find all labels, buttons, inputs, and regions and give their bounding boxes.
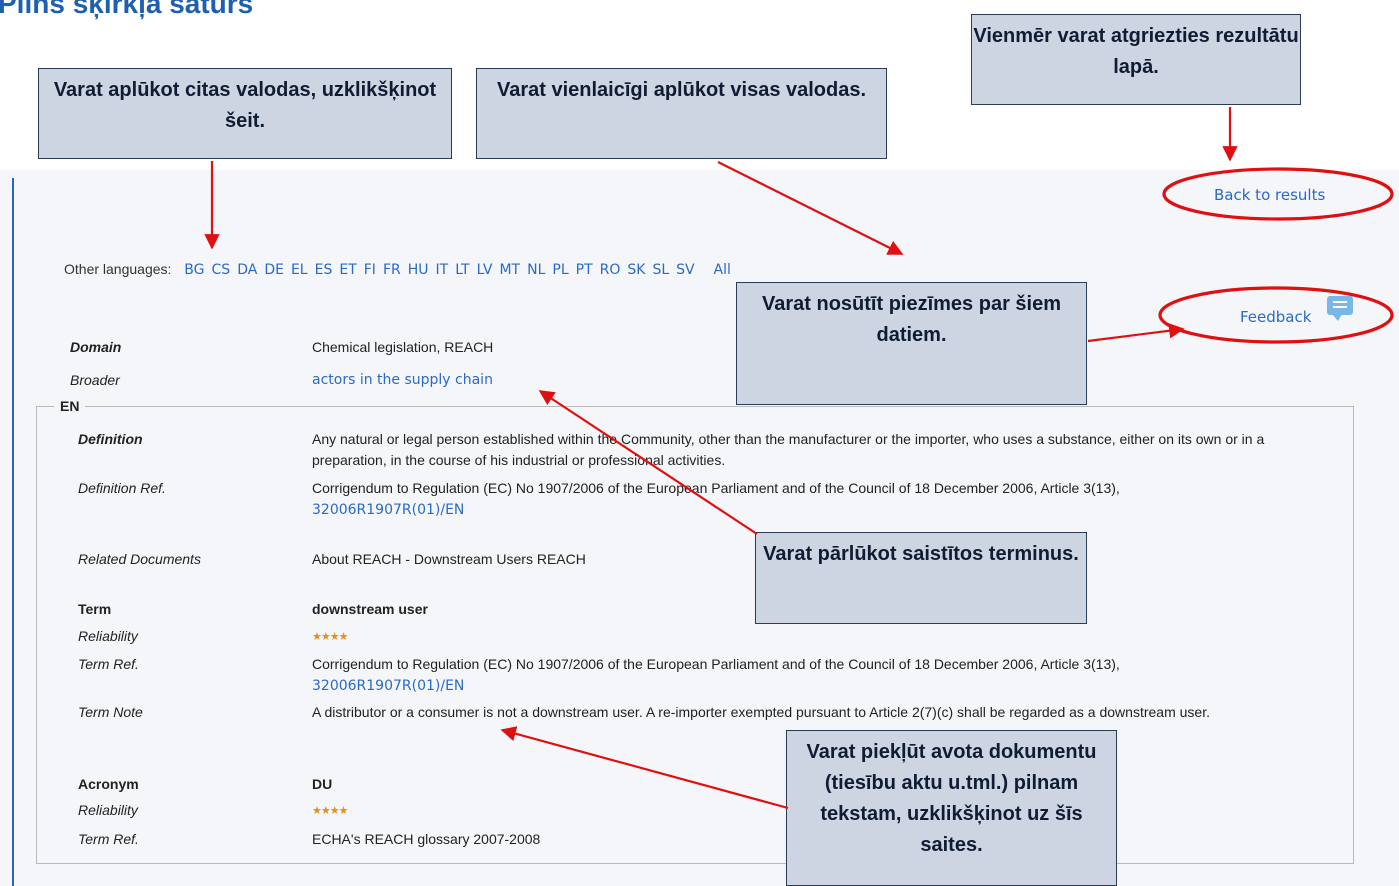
term-label: Term [78, 601, 112, 617]
slide-title: Pilns šķirkļa saturs [0, 0, 254, 19]
term-ref-text: Corrigendum to Regulation (EC) No 1907/2… [312, 656, 1120, 672]
callout-source-documents: Varat piekļūt avota dokumentu (tiesību a… [786, 730, 1117, 886]
language-link-bg[interactable]: BG [184, 262, 204, 278]
language-link-lv[interactable]: LV [477, 262, 493, 278]
broader-link[interactable]: actors in the supply chain [312, 370, 493, 391]
language-link-de[interactable]: DE [264, 262, 284, 278]
term-reliability-stars: ★★★★ [312, 631, 348, 643]
language-link-it[interactable]: IT [436, 262, 449, 278]
language-link-cs[interactable]: CS [212, 262, 231, 278]
callout-related-terms: Varat pārlūkot saistītos terminus. [755, 532, 1087, 624]
language-link-pt[interactable]: PT [576, 262, 593, 278]
term-ref-label: Term Ref. [78, 656, 139, 672]
term-ref: Corrigendum to Regulation (EC) No 1907/2… [312, 654, 1322, 697]
language-link-nl[interactable]: NL [527, 262, 545, 278]
language-link-fi[interactable]: FI [364, 262, 376, 278]
language-link-sk[interactable]: SK [627, 262, 645, 278]
language-link-sl[interactable]: SL [652, 262, 669, 278]
language-links: BG CS DA DE EL ES ET FI FR HU IT LT LV MT NL PL PT RO SK SL… [184, 261, 701, 278]
related-documents-value: About REACH - Downstream Users REACH [312, 551, 586, 567]
domain-label: Domain [70, 339, 122, 355]
acronym-reliability-stars: ★★★★ [312, 805, 348, 817]
language-link-ro[interactable]: RO [600, 262, 621, 278]
feedback-link[interactable]: Feedback [1240, 308, 1311, 326]
related-documents-label: Related Documents [78, 551, 201, 567]
language-link-hu[interactable]: HU [408, 262, 429, 278]
term-note-text: A distributor or a consumer is not a dow… [312, 704, 1210, 720]
definition-ref-link[interactable]: 32006R1907R(01)/EN [312, 502, 464, 518]
definition-label: Definition [78, 431, 143, 447]
acronym-value: DU [312, 776, 333, 792]
other-languages-bar: Other languages: BG CS DA DE EL ES ET FI FR HU IT L… [64, 261, 738, 278]
definition-text: Any natural or legal person established … [312, 431, 1265, 468]
panel-left-border [12, 178, 14, 886]
term-note-label: Term Note [78, 704, 143, 720]
language-link-all[interactable]: All [714, 262, 731, 278]
en-section-legend: EN [54, 398, 86, 414]
callout-back-to-results: Vienmēr varat atgriezties rezultātu lapā… [971, 14, 1301, 105]
language-link-es[interactable]: ES [315, 262, 333, 278]
definition-ref-text: Corrigendum to Regulation (EC) No 1907/2… [312, 480, 1120, 496]
domain-value: Chemical legislation, REACH [312, 339, 494, 355]
broader-label: Broader [70, 372, 120, 388]
language-link-lt[interactable]: LT [455, 262, 469, 278]
language-link-et[interactable]: ET [339, 262, 356, 278]
language-link-pl[interactable]: PL [552, 262, 568, 278]
callout-feedback: Varat nosūtīt piezīmes par šiem datiem. [736, 282, 1087, 405]
back-to-results-link[interactable]: Back to results [1214, 186, 1325, 204]
term-ref-link[interactable]: 32006R1907R(01)/EN [312, 678, 464, 694]
language-link-fr[interactable]: FR [383, 262, 401, 278]
term-reliability-label: Reliability [78, 628, 138, 644]
language-link-mt[interactable]: MT [499, 262, 520, 278]
acronym-term-ref-value: ECHA's REACH glossary 2007-2008 [312, 831, 541, 847]
acronym-term-ref-label: Term Ref. [78, 831, 139, 847]
feedback-icon[interactable] [1327, 296, 1353, 321]
callout-all-languages: Varat vienlaicīgi aplūkot visas valodas. [476, 68, 887, 159]
term-value: downstream user [312, 601, 428, 617]
en-section [36, 406, 1354, 864]
callout-other-languages: Varat aplūkot citas valodas, uzklikšķino… [38, 68, 452, 159]
acronym-label: Acronym [78, 776, 139, 792]
acronym-reliability-label: Reliability [78, 802, 138, 818]
language-link-el[interactable]: EL [291, 262, 308, 278]
language-link-sv[interactable]: SV [676, 262, 694, 278]
definition-ref: Corrigendum to Regulation (EC) No 1907/2… [312, 478, 1322, 521]
language-link-da[interactable]: DA [237, 262, 257, 278]
definition-ref-label: Definition Ref. [78, 480, 166, 496]
other-languages-label: Other languages: [64, 261, 172, 277]
